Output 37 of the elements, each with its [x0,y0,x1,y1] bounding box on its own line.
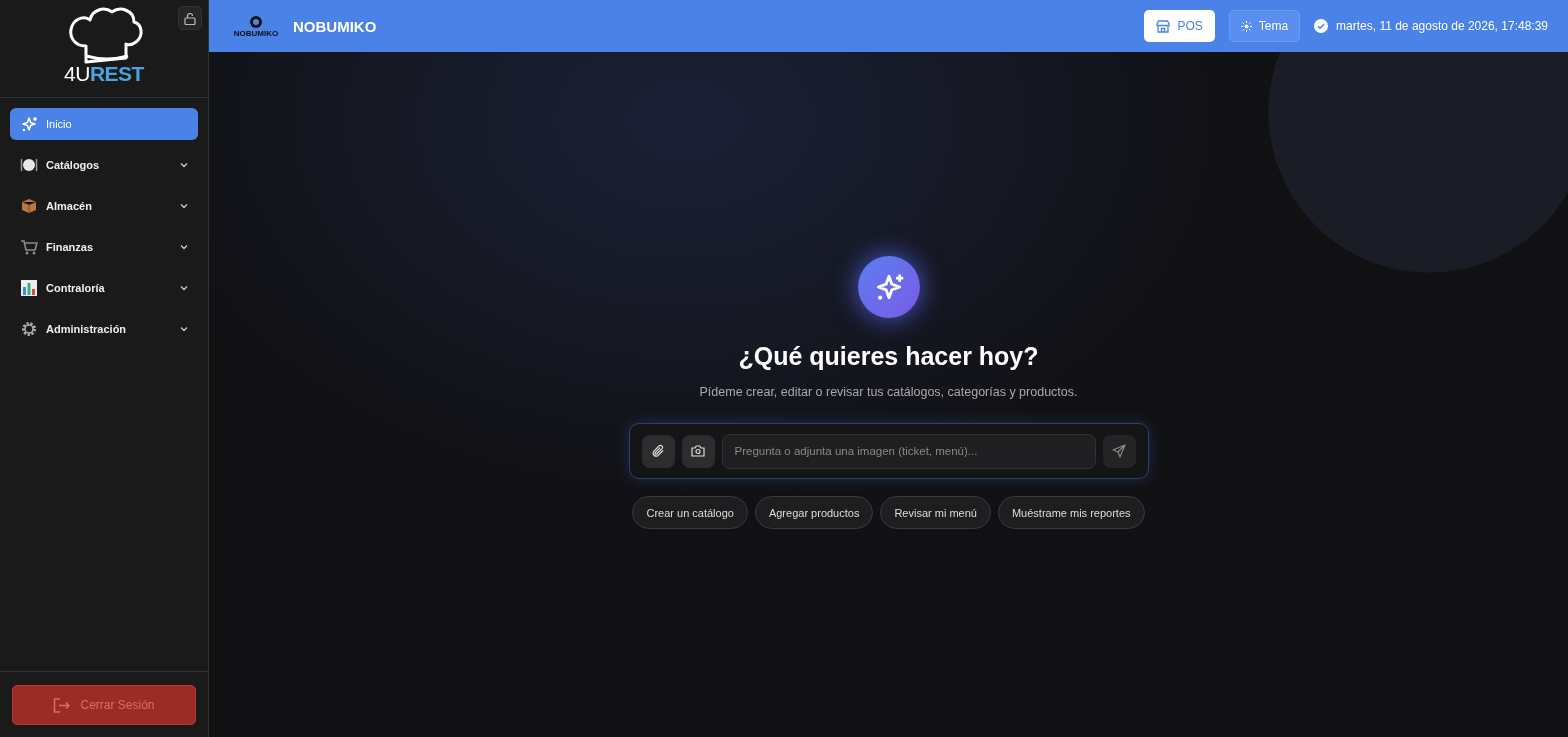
brand-logo: NOBUMIKO [231,14,281,38]
sidebar-item[interactable]: Catálogos [10,149,198,181]
check-circle-icon [1314,19,1329,33]
suggestion-chip[interactable]: Crear un catálogo [632,496,748,529]
sidebar-item[interactable]: Finanzas [10,231,198,263]
camera-icon [691,445,705,457]
sidebar-item[interactable]: Almacén [10,190,198,222]
paperclip-icon [651,444,665,458]
assistant-heading: ¿Qué quieres hacer hoy? [738,342,1039,371]
sidebar-item[interactable]: Inicio [10,108,198,140]
bar-chart-icon [20,279,38,297]
sidebar-item[interactable]: Administración [10,313,198,345]
restaurant-name: NOBUMIKO [293,17,378,35]
lock-icon [184,11,196,25]
sparkle-icon [857,256,920,318]
pos-button[interactable]: POS [1144,10,1215,42]
sun-icon [1240,20,1252,32]
plate-icon [20,156,38,174]
store-icon [1156,19,1171,33]
send-button[interactable] [1102,434,1136,468]
chat-input[interactable]: Pregunta o adjunta una imagen (ticket, menú)... [721,433,1096,469]
cart-icon [20,238,38,256]
suggestion-chip[interactable]: Agregar productos [754,496,874,529]
send-icon [1112,444,1126,458]
lock-button[interactable] [178,6,202,30]
assistant-subheading: Pídeme crear, editar o revisar tus catálogos, categorías y productos. [699,385,1078,399]
attach-button[interactable] [641,434,675,468]
logo-text: 4UREST [64,62,144,86]
sidebar-item[interactable]: Contraloría [10,272,198,304]
sparkle-icon [20,115,38,133]
camera-button[interactable] [681,434,715,468]
date-time: martes, 11 de agosto de 2026, 17:48:39 [1336,19,1548,33]
box-icon [20,197,38,215]
suggestion-chip[interactable]: Muéstrame mis reportes [997,496,1145,529]
logout-icon [53,697,71,713]
suggestion-chip[interactable]: Revisar mi menú [880,496,991,529]
gear-icon [20,320,38,338]
